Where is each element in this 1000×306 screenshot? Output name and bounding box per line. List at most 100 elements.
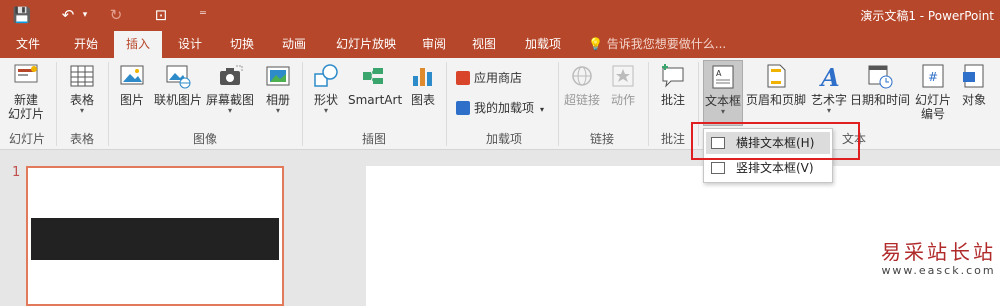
- wordart-icon: A: [819, 63, 840, 90]
- watermark-title: 易采站长站: [881, 240, 996, 264]
- header-footer-icon: [767, 64, 786, 88]
- datetime-button[interactable]: 日期和时间: [850, 62, 910, 124]
- horizontal-textbox-item[interactable]: 横排文本框(H): [706, 132, 830, 154]
- table-icon: [70, 65, 94, 87]
- slide-canvas[interactable]: [366, 166, 1000, 306]
- picture-button[interactable]: 图片: [114, 62, 150, 124]
- dropdown-arrow-icon: ▾: [275, 106, 280, 115]
- wordart-button[interactable]: A 艺术字 ▾: [808, 62, 850, 124]
- presenter-icon[interactable]: ⊡: [150, 5, 172, 25]
- group-separator: [558, 62, 559, 146]
- hyperlink-icon: [572, 66, 592, 86]
- vertical-textbox-label: 竖排文本框(V): [736, 161, 814, 175]
- tab-transitions[interactable]: 切换: [220, 31, 264, 58]
- album-button[interactable]: 相册 ▾: [260, 62, 296, 124]
- online-picture-icon: [166, 65, 191, 89]
- group-separator: [108, 62, 109, 146]
- action-button: 动作: [606, 62, 640, 124]
- tab-home[interactable]: 开始: [64, 31, 108, 58]
- title-bar: 💾 ↶ ▾ ↻ ⊡ ⁼ 演示文稿1 - PowerPoint: [0, 0, 1000, 31]
- store-label: 应用商店: [474, 71, 523, 85]
- tab-design[interactable]: 设计: [168, 31, 212, 58]
- ribbon-tabs: 文件 开始 插入 设计 切换 动画 幻灯片放映 审阅 视图 加载项 💡 告诉我您…: [0, 31, 1000, 58]
- horizontal-textbox-label: 横排文本框(H): [736, 136, 815, 150]
- group-text-label: 文本: [841, 132, 866, 146]
- action-label: 动作: [610, 93, 635, 107]
- slide-number-button[interactable]: # 幻灯片 编号: [912, 62, 954, 124]
- customize-qat-icon[interactable]: ⁼: [196, 5, 210, 25]
- smartart-button[interactable]: SmartArt: [348, 62, 402, 124]
- my-addins-label: 我的加载项: [474, 101, 535, 115]
- slide-thumbnail-bar: [31, 218, 279, 260]
- photo-album-icon: [266, 66, 290, 86]
- tab-view[interactable]: 视图: [464, 31, 504, 58]
- wordart-label: 艺术字: [810, 93, 847, 107]
- smartart-icon: [363, 68, 383, 84]
- shapes-icon: [314, 64, 338, 87]
- tab-slideshow[interactable]: 幻灯片放映: [330, 31, 402, 58]
- lightbulb-icon: 💡: [588, 37, 603, 51]
- svg-text:A: A: [716, 69, 722, 78]
- chart-label: 图表: [410, 93, 435, 107]
- table-button[interactable]: 表格 ▾: [62, 62, 102, 124]
- screenshot-label: 屏幕截图: [205, 93, 254, 107]
- calendar-clock-icon: [868, 65, 893, 89]
- svg-text:A: A: [819, 63, 840, 90]
- vertical-textbox-item[interactable]: 竖排文本框(V): [706, 157, 830, 179]
- vertical-textbox-icon: [711, 162, 725, 174]
- slide-number-icon: #: [922, 64, 944, 88]
- undo-icon[interactable]: ↶: [58, 5, 78, 25]
- comment-button[interactable]: 批注: [652, 62, 694, 124]
- group-separator: [698, 62, 699, 146]
- screenshot-button[interactable]: 屏幕截图 ▾: [204, 62, 256, 124]
- new-slide-button[interactable]: 新建 幻灯片: [2, 62, 50, 124]
- textbox-label: 文本框: [704, 94, 741, 108]
- album-label: 相册: [265, 93, 290, 107]
- my-addins-button[interactable]: 我的加载项 ▾: [456, 98, 544, 118]
- textbox-dropdown-menu: 横排文本框(H) 竖排文本框(V): [703, 128, 833, 183]
- new-slide-icon: [14, 64, 38, 83]
- online-picture-button[interactable]: 联机图片: [152, 62, 204, 124]
- tab-addins[interactable]: 加载项: [516, 31, 570, 58]
- chart-button[interactable]: 图表: [406, 62, 440, 124]
- textbox-button[interactable]: A 文本框 ▾: [703, 60, 743, 126]
- comment-icon: [662, 64, 684, 88]
- new-slide-label: 新建 幻灯片: [7, 93, 44, 121]
- hyperlink-button: 超链接: [562, 62, 602, 124]
- object-button[interactable]: 对象: [956, 62, 992, 124]
- addins-icon: [456, 101, 470, 115]
- shapes-button[interactable]: 形状 ▾: [308, 62, 344, 124]
- tab-review[interactable]: 审阅: [414, 31, 454, 58]
- tab-file[interactable]: 文件: [6, 31, 50, 58]
- textbox-icon: A: [712, 65, 734, 89]
- group-slides-label: 幻灯片: [8, 132, 45, 146]
- slide-thumbnail[interactable]: [26, 166, 284, 306]
- window-title: 演示文稿1 - PowerPoint: [860, 9, 994, 23]
- group-separator: [302, 62, 303, 146]
- table-label: 表格: [69, 93, 94, 107]
- dropdown-arrow-icon: ▾: [540, 105, 545, 114]
- tab-insert[interactable]: 插入: [114, 31, 162, 58]
- group-links-label: 链接: [589, 132, 614, 146]
- ribbon: 新建 幻灯片 幻灯片 表格 ▾ 表格 图片 联机图片 屏幕截图 ▾ 相册 ▾ 图…: [0, 58, 1000, 150]
- smartart-label: SmartArt: [348, 93, 403, 107]
- action-star-icon: [612, 65, 634, 87]
- watermark-url: www.easck.com: [881, 264, 996, 277]
- tell-me-text: 告诉我您想要做什么...: [606, 37, 727, 51]
- picture-icon: [120, 65, 144, 85]
- group-tables-label: 表格: [69, 132, 94, 146]
- tab-animations[interactable]: 动画: [272, 31, 316, 58]
- group-comments-label: 批注: [660, 132, 685, 146]
- dropdown-arrow-icon: ▾: [826, 106, 831, 115]
- group-separator: [56, 62, 57, 146]
- save-icon[interactable]: 💾: [12, 5, 32, 25]
- watermark: 易采站长站 www.easck.com: [877, 240, 1000, 278]
- store-button[interactable]: 应用商店: [456, 68, 522, 88]
- tell-me-search[interactable]: 💡 告诉我您想要做什么...: [588, 31, 726, 58]
- object-label: 对象: [961, 93, 986, 107]
- header-footer-label: 页眉和页脚: [745, 93, 806, 107]
- horizontal-textbox-icon: [711, 137, 725, 149]
- screenshot-icon: [220, 65, 243, 85]
- undo-dropdown-icon[interactable]: ▾: [80, 5, 90, 25]
- header-footer-button[interactable]: 页眉和页脚: [745, 62, 807, 124]
